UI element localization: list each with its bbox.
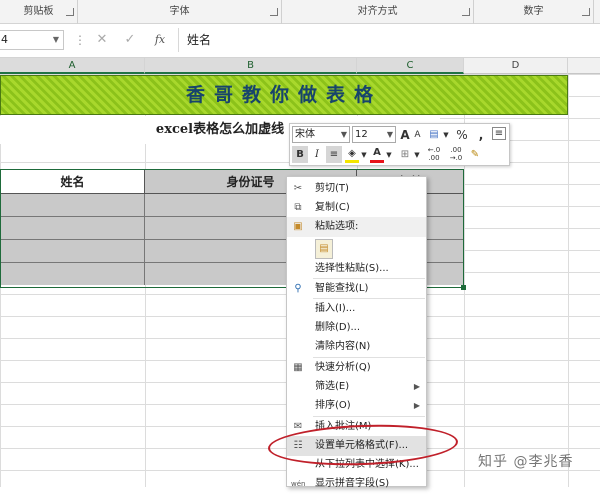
grid-line [568,74,569,487]
percent-style-button[interactable]: % [456,127,468,143]
italic-button[interactable]: I [310,146,324,163]
align-center-icon[interactable]: ≡ [326,146,342,163]
column-header-bar: A B C D [0,58,600,74]
menu-item-delete[interactable]: 删除(D)... [287,318,426,338]
menu-item-label: 复制(C) [315,202,350,213]
menu-item-label: 删除(D)... [315,322,361,333]
menu-item-label: 清除内容(N) [315,341,371,352]
menu-item-label: 智能查找(L) [315,283,369,294]
name-box[interactable]: 4 ▼ [0,30,64,50]
menu-header-paste-options: ▣ 粘贴选项: [287,217,426,237]
font-name-select[interactable]: 宋体 ▼ [292,126,350,143]
enter-button[interactable]: ✓ [120,30,140,50]
font-color-button[interactable]: A [370,146,384,163]
paintbrush-icon[interactable]: ✎ [468,146,482,163]
table-cell[interactable] [1,240,145,262]
chevron-right-icon: ▶ [413,382,420,391]
ribbon-group-label: 剪贴板 [23,6,54,17]
menu-item-label: 快速分析(Q) [315,362,371,373]
chevron-down-icon: ▼ [340,130,347,139]
dialog-launcher-icon[interactable] [270,8,278,16]
cell-styles-icon[interactable]: ▤ [426,127,442,143]
menu-item-copy[interactable]: ⧉ 复制(C) [287,198,426,218]
menu-item-paste-special[interactable]: 选择性粘贴(S)... [287,259,426,279]
ribbon-group-label: 数字 [523,6,544,17]
font-name-value: 宋体 [295,129,315,140]
font-size-value: 12 [355,129,368,140]
menu-item-smart-lookup[interactable]: ⚲ 智能查找(L) [287,279,426,299]
scissors-icon: ✂ [293,183,303,194]
ribbon-group-label: 字体 [169,6,190,17]
column-header-a[interactable]: A [0,58,145,74]
menu-item-label: 剪切(T) [315,183,349,194]
ribbon-group-clipboard[interactable]: 剪贴板 [0,0,78,24]
menu-item-clear-contents[interactable]: 清除内容(N) [287,337,426,357]
menu-item-label: 粘贴选项: [315,221,359,232]
chevron-down-icon[interactable]: ▼ [442,127,450,143]
menu-item-label: 插入(I)... [315,303,356,314]
ribbon-group-alignment[interactable]: 对齐方式 [282,0,474,24]
grow-font-button[interactable]: A [399,127,411,143]
menu-item-insert[interactable]: 插入(I)... [287,299,426,319]
chevron-down-icon[interactable]: ▼ [385,147,393,163]
smart-lookup-icon: ⚲ [294,283,302,294]
paste-icon: ▣ [293,221,303,232]
ribbon-group-label: 对齐方式 [357,6,398,17]
menu-item-quick-analysis[interactable]: ▦ 快速分析(Q) [287,358,426,378]
watermark: 知乎 @李兆香 [478,454,574,470]
decrease-decimal-button[interactable]: .00 →.0 [446,146,466,163]
column-header-d[interactable]: D [464,58,568,74]
menu-item-show-phonetic[interactable]: wén 显示拼音字段(S) [287,474,426,494]
phonetic-icon: wén [291,480,306,488]
fill-handle[interactable] [461,285,466,290]
menu-item-label: 排序(O) [315,400,351,411]
cancel-button[interactable]: ✕ [92,30,112,50]
menu-item-label: 筛选(E) [315,381,350,392]
quick-analysis-icon: ▦ [293,362,303,373]
bold-button[interactable]: B [292,146,308,163]
menu-item-sort[interactable]: 排序(O) ▶ [287,396,426,416]
menu-item-label: 显示拼音字段(S) [315,478,390,489]
paste-option-icon[interactable]: ▤ [315,239,333,259]
menu-item-filter[interactable]: 筛选(E) ▶ [287,377,426,397]
shrink-font-button[interactable]: A [412,127,423,143]
header-cell-name[interactable]: 姓名 [1,170,145,194]
chevron-down-icon[interactable]: ▼ [360,147,368,163]
comma-style-button[interactable]: , [476,127,486,143]
font-size-select[interactable]: 12 ▼ [352,126,396,143]
table-cell[interactable] [1,217,145,239]
column-header-c[interactable]: C [357,58,464,74]
formula-input[interactable]: 姓名 [178,28,600,52]
menu-item-cut[interactable]: ✂ 剪切(T) [287,179,426,199]
chevron-down-icon[interactable]: ▼ [53,31,59,49]
format-painter-icon[interactable]: ≡ [492,127,506,140]
more-options-icon[interactable]: ⋮ [74,30,86,50]
chevron-down-icon: ▼ [386,130,393,139]
chevron-down-icon[interactable]: ▼ [413,147,421,163]
menu-item-label: 选择性粘贴(S)... [315,263,389,274]
ribbon-bar: 剪贴板 字体 对齐方式 数字 [0,0,600,24]
title-banner-cell[interactable]: 香哥教你做表格 [0,75,568,115]
ribbon-group-font[interactable]: 字体 [78,0,282,24]
banner-title: 香哥教你做表格 [185,84,382,106]
dialog-launcher-icon[interactable] [462,8,470,16]
column-header-b[interactable]: B [145,58,357,74]
fill-color-icon[interactable]: ◈ [345,146,359,163]
borders-icon[interactable]: ⊞ [398,146,412,163]
insert-function-button[interactable]: fx [150,30,170,50]
name-box-value: 4 [1,33,8,46]
increase-decimal-button[interactable]: ←.0 .00 [424,146,444,163]
dialog-launcher-icon[interactable] [66,8,74,16]
dialog-launcher-icon[interactable] [582,8,590,16]
copy-icon: ⧉ [294,202,302,213]
chevron-right-icon: ▶ [413,401,420,410]
table-cell[interactable] [1,194,145,216]
table-cell[interactable] [1,263,145,285]
mini-toolbar: 宋体 ▼ 12 ▼ A A ▤ ▼ % , ≡ B I ≡ ◈ ▼ A ▼ ⊞ … [289,123,510,166]
ribbon-group-number[interactable]: 数字 [474,0,594,24]
